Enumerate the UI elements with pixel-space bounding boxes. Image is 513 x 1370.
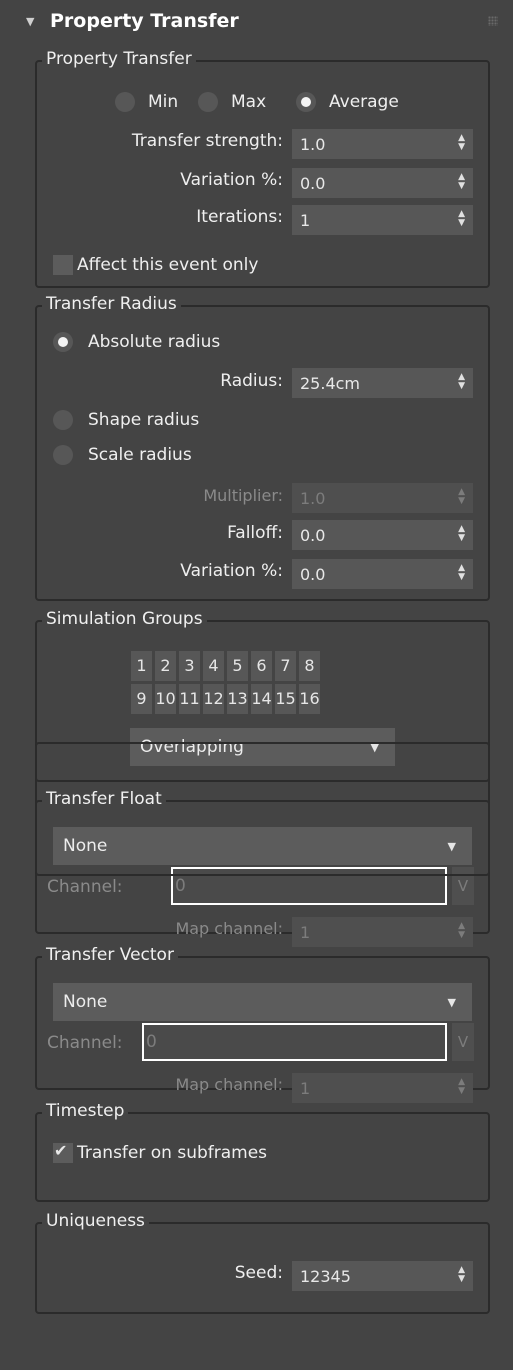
group-button-13[interactable]: 13	[227, 684, 248, 714]
group-legend: Transfer Vector	[42, 945, 178, 965]
vector-channel-v-button[interactable]: V	[452, 1023, 474, 1061]
group-button-8[interactable]: 8	[299, 651, 320, 681]
spinner-value: 1	[300, 923, 311, 942]
map-channel-label: Map channel:	[175, 1075, 283, 1094]
iterations-label: Iterations:	[196, 207, 283, 227]
map-channel-label: Map channel:	[175, 919, 283, 938]
affect-event-checkbox[interactable]	[53, 255, 73, 275]
group-button-1[interactable]: 1	[131, 651, 152, 681]
group-legend: Uniqueness	[42, 1211, 149, 1231]
spinner-arrows-icon[interactable]: ▲ ▼	[458, 525, 465, 543]
channel-label: Channel:	[47, 877, 123, 897]
property-transfer-group: Property Transfer Min Max Average Transf…	[35, 49, 490, 288]
group-legend: Simulation Groups	[42, 609, 207, 629]
channel-value: 0	[175, 876, 186, 896]
timestep-group: Timestep Transfer on subframes	[35, 1101, 490, 1202]
radius-variation-spinner[interactable]: 0.0 ▲ ▼	[292, 559, 473, 589]
transfer-subframes-label: Transfer on subframes	[77, 1143, 268, 1163]
rollout-header[interactable]: ▼ Property Transfer	[0, 0, 513, 46]
max-label: Max	[231, 92, 267, 112]
absolute-radius-label: Absolute radius	[88, 332, 221, 352]
vector-map-channel-spinner[interactable]: 1 ▲ ▼	[292, 1073, 473, 1103]
group-button-6[interactable]: 6	[251, 651, 272, 681]
spinner-value: 1	[300, 1079, 311, 1098]
spinner-arrows-icon[interactable]: ▲ ▼	[458, 373, 465, 391]
spinner-arrows-icon[interactable]: ▲ ▼	[458, 488, 465, 506]
transfer-radius-group: Transfer Radius Absolute radius Radius: …	[35, 294, 490, 601]
float-map-channel-spinner[interactable]: 1 ▲ ▼	[292, 917, 473, 947]
transfer-strength-label: Transfer strength:	[131, 131, 283, 151]
group-legend: Timestep	[42, 1101, 129, 1121]
vector-property-dropdown[interactable]: None ▼	[53, 983, 472, 1021]
spinner-value: 25.4cm	[300, 374, 361, 393]
group-button-7[interactable]: 7	[275, 651, 296, 681]
dropdown-value: None	[63, 992, 108, 1012]
group-button-3[interactable]: 3	[179, 651, 200, 681]
max-radio[interactable]	[198, 92, 218, 112]
variation-label: Variation %:	[180, 170, 283, 190]
grip-dots-icon[interactable]	[488, 16, 498, 26]
group-button-12[interactable]: 12	[203, 684, 224, 714]
transfer-vector-group-visible: Transfer Vector None ▼ Channel: 0 V Map …	[35, 945, 490, 1103]
variation-spinner[interactable]: 0.0 ▲ ▼	[292, 168, 473, 198]
transfer-vector-group	[35, 742, 490, 876]
spinner-value: 0.0	[300, 174, 326, 193]
seed-label: Seed:	[234, 1263, 283, 1283]
spinner-value: 12345	[300, 1267, 351, 1286]
group-button-4[interactable]: 4	[203, 651, 224, 681]
spinner-arrows-icon[interactable]: ▲ ▼	[458, 173, 465, 191]
spinner-value: 1.0	[300, 489, 326, 508]
seed-spinner[interactable]: 12345 ▲ ▼	[292, 1261, 473, 1291]
group-legend: Property Transfer	[42, 49, 196, 69]
shape-radius-label: Shape radius	[88, 410, 200, 430]
transfer-strength-spinner[interactable]: 1.0 ▲ ▼	[292, 129, 473, 159]
group-button-16[interactable]: 16	[299, 684, 320, 714]
min-label: Min	[148, 92, 179, 112]
radius-spinner[interactable]: 25.4cm ▲ ▼	[292, 368, 473, 398]
spinner-arrows-icon[interactable]: ▲ ▼	[458, 210, 465, 228]
scale-radius-radio[interactable]	[53, 445, 73, 465]
iterations-spinner[interactable]: 1 ▲ ▼	[292, 205, 473, 235]
group-legend: Transfer Radius	[42, 294, 181, 314]
average-radio[interactable]	[296, 92, 316, 112]
group-button-15[interactable]: 15	[275, 684, 296, 714]
falloff-label: Falloff:	[227, 523, 283, 543]
spinner-value: 1.0	[300, 135, 326, 154]
group-button-9[interactable]: 9	[131, 684, 152, 714]
spinner-value: 0.0	[300, 565, 326, 584]
spinner-arrows-icon[interactable]: ▲ ▼	[458, 564, 465, 582]
spinner-arrows-icon[interactable]: ▲ ▼	[458, 1266, 465, 1284]
uniqueness-group: Uniqueness Seed: 12345 ▲ ▼	[35, 1211, 490, 1314]
min-radio[interactable]	[115, 92, 135, 112]
affect-event-label: Affect this event only	[77, 255, 259, 275]
group-button-11[interactable]: 11	[179, 684, 200, 714]
group-button-14[interactable]: 14	[251, 684, 272, 714]
multiplier-spinner[interactable]: 1.0 ▲ ▼	[292, 483, 473, 513]
spinner-arrows-icon[interactable]: ▲ ▼	[458, 134, 465, 152]
radius-variation-label: Variation %:	[180, 561, 283, 581]
average-label: Average	[329, 92, 399, 112]
scale-radius-label: Scale radius	[88, 445, 192, 465]
channel-label: Channel:	[47, 1033, 123, 1053]
multiplier-label: Multiplier:	[203, 486, 283, 505]
rollout-title: Property Transfer	[50, 10, 239, 32]
group-button-2[interactable]: 2	[155, 651, 176, 681]
shape-radius-radio[interactable]	[53, 410, 73, 430]
spinner-arrows-icon[interactable]: ▲ ▼	[458, 922, 465, 940]
radius-label: Radius:	[220, 371, 283, 391]
transfer-subframes-checkbox[interactable]	[53, 1141, 73, 1163]
absolute-radius-radio[interactable]	[53, 332, 73, 352]
channel-value: 0	[146, 1032, 157, 1052]
vector-channel-input[interactable]: 0	[142, 1023, 447, 1061]
spinner-value: 1	[300, 211, 311, 230]
group-button-10[interactable]: 10	[155, 684, 176, 714]
chevron-down-icon: ▼	[447, 996, 456, 1009]
falloff-spinner[interactable]: 0.0 ▲ ▼	[292, 520, 473, 550]
group-button-5[interactable]: 5	[227, 651, 248, 681]
spinner-arrows-icon[interactable]: ▲ ▼	[458, 1078, 465, 1096]
spinner-value: 0.0	[300, 526, 326, 545]
collapse-arrow-icon[interactable]: ▼	[26, 15, 34, 28]
